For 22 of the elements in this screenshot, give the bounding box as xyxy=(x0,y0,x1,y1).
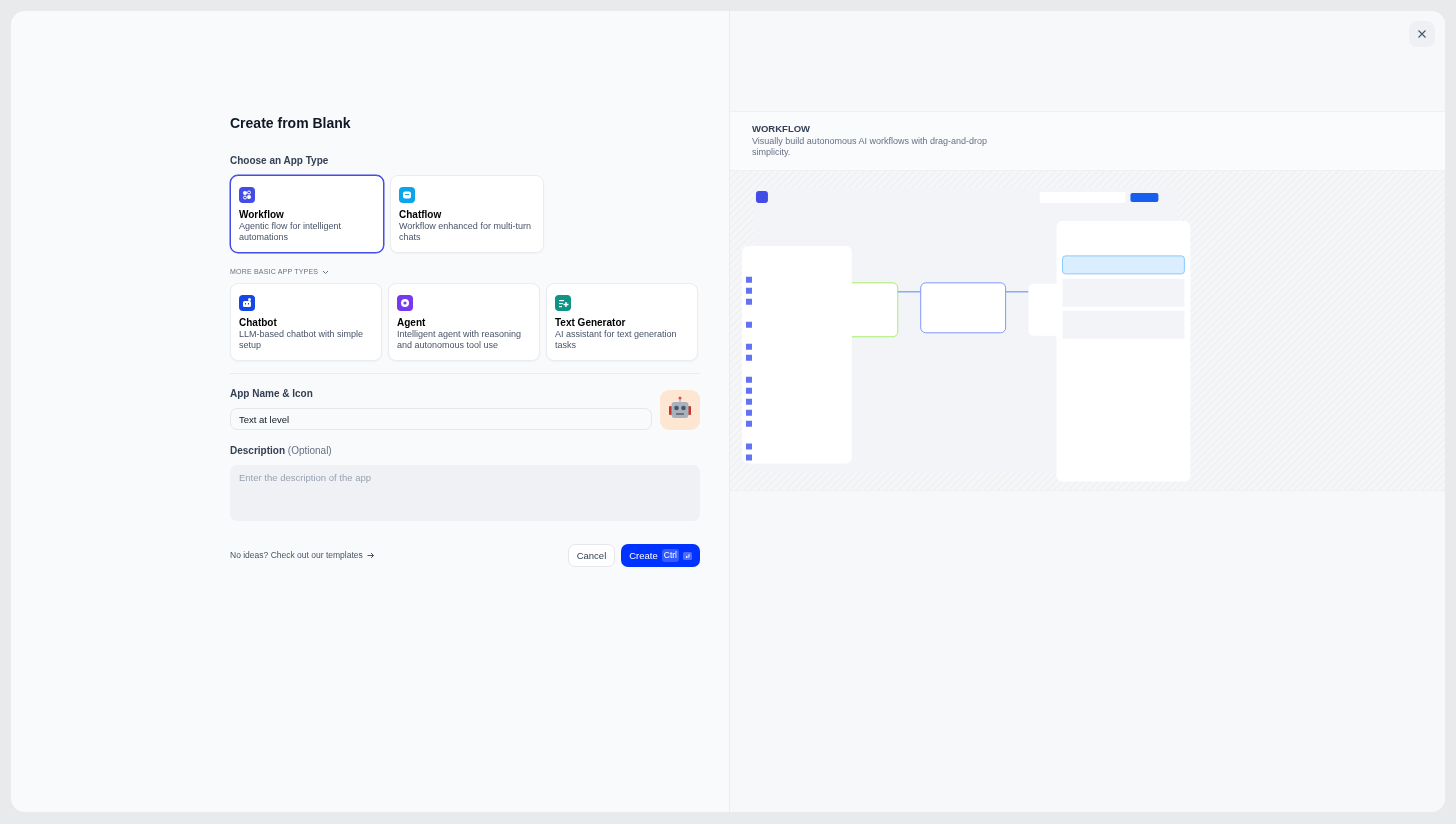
optional-hint: (Optional) xyxy=(287,445,332,457)
app-type-card[interactable]: Chatflow Workflow enhanced for multi-turn chats xyxy=(390,174,544,253)
close-icon xyxy=(1417,29,1427,39)
app-icon-button[interactable] xyxy=(660,390,700,431)
name-field[interactable]: Text at level xyxy=(230,408,652,431)
cancel-button[interactable]: Cancel xyxy=(567,544,616,568)
create-button[interactable]: Create Ctrl xyxy=(621,544,700,568)
app-type-card[interactable]: Chatbot LLM-based chatbot with simple setup xyxy=(230,283,382,362)
templates-link[interactable]: No ideas? Check out our templates xyxy=(230,549,375,563)
app-type-card[interactable]: Workflow Agentic flow for intelligent automations xyxy=(230,174,384,253)
arrow-icon xyxy=(366,552,375,560)
dialog-title: Create from Blank xyxy=(230,115,352,132)
description-field[interactable]: Enter the description of the app xyxy=(230,465,700,522)
field-label: Description xyxy=(230,445,285,457)
app-type-card[interactable]: Agent Intelligent agent with reasoning and autonomous tool use xyxy=(388,283,540,362)
chevron-icon xyxy=(322,269,330,275)
enter-key-icon xyxy=(683,551,692,560)
preview-description: Visually build autonomous AI workflows with drag-and-drop simplicity. xyxy=(752,136,988,159)
app-type-card[interactable]: Text Generator AI assistant for text generation tasks xyxy=(546,283,698,362)
preview-title: WORKFLOW xyxy=(752,122,812,136)
section-label: Choose an App Type xyxy=(230,153,330,168)
field-label: App Name & Icon xyxy=(230,387,314,402)
